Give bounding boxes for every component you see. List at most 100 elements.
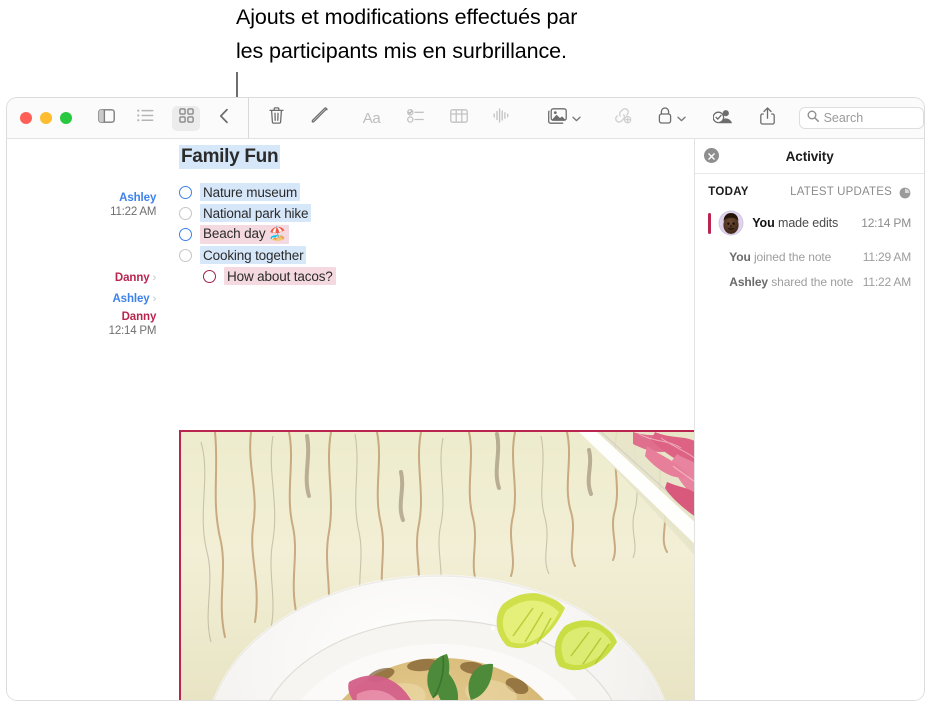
search-field[interactable]: Search [798, 107, 924, 129]
collaborate-button[interactable] [712, 108, 733, 129]
checkbox-circle-icon[interactable] [203, 269, 216, 283]
unread-marker [708, 212, 712, 234]
checklist-button[interactable] [405, 106, 427, 131]
activity-entry-actor: You [729, 250, 751, 264]
audio-waveform-icon [493, 108, 510, 128]
close-window-button[interactable] [20, 112, 32, 124]
back-button[interactable] [214, 106, 234, 131]
checklist-item-label: National park hike [200, 204, 312, 222]
trash-icon [269, 107, 284, 129]
checklist-icon [407, 108, 424, 128]
share-button[interactable] [759, 106, 775, 130]
lock-button[interactable] [658, 107, 686, 129]
checklist-item[interactable]: National park hike [179, 203, 694, 223]
list-view-button[interactable] [133, 106, 158, 131]
table-button[interactable] [448, 106, 470, 131]
format-aa-icon: Aa [362, 109, 381, 127]
compose-note-button[interactable] [309, 106, 331, 131]
note-photo-attachment[interactable] [179, 430, 695, 700]
checklist-item[interactable]: Nature museum [179, 182, 694, 202]
activity-entry[interactable]: Ashley shared the note 11:22 AM [695, 275, 924, 289]
media-icon [547, 107, 567, 129]
activity-section-label: TODAY [708, 186, 749, 198]
gutter-entry-ashley-cooking[interactable]: Ashley › [7, 291, 156, 307]
gutter-name: Danny [121, 311, 157, 323]
note-content: Family Fun Nature museum National park h… [179, 139, 694, 287]
table-icon [449, 108, 468, 128]
link-button[interactable] [613, 107, 632, 129]
checklist-item[interactable]: Cooking together [179, 245, 694, 265]
checklist: Nature museum National park hike Beach d… [179, 182, 694, 286]
activity-header: Activity [695, 139, 924, 174]
checklist-item-label: Beach day 🏖️ [200, 224, 289, 244]
activity-entry-time: 11:22 AM [862, 275, 911, 289]
activity-entry-text: You joined the note [729, 250, 831, 264]
activity-entry-time: 12:14 PM [861, 216, 911, 230]
gallery-view-button[interactable] [172, 105, 200, 131]
checkbox-circle-icon[interactable] [179, 185, 192, 199]
search-input-placeholder[interactable]: Search [824, 111, 864, 125]
close-activity-button[interactable] [704, 147, 720, 165]
checkbox-circle-icon[interactable] [179, 206, 192, 220]
list-view-icon [137, 109, 154, 127]
gutter-name: Ashley [119, 192, 157, 204]
note-pane: Ashley 11:22 AM Danny › Ashley › Danny 12:… [7, 139, 695, 700]
checkbox-circle-icon[interactable] [179, 248, 192, 262]
activity-entry-action: made edits [774, 216, 839, 230]
gutter-entry-ashley-top[interactable]: Ashley 11:22 AM [7, 192, 156, 219]
gutter-time: 11:22 AM [110, 205, 157, 218]
close-icon [708, 147, 716, 165]
activity-title: Activity [785, 148, 834, 164]
taco-photo [181, 432, 695, 700]
clock-icon[interactable] [899, 186, 911, 199]
checkbox-circle-icon[interactable] [179, 227, 192, 241]
activity-entry-time: 11:29 AM [862, 250, 911, 264]
callout-caption-line2: les participants mis en surbrillance. [236, 39, 567, 63]
gutter-time: 12:14 PM [108, 324, 157, 337]
checklist-item[interactable]: How about tacos? [179, 266, 694, 286]
format-button[interactable]: Aa [360, 106, 384, 131]
minimize-window-button[interactable] [40, 112, 52, 124]
activity-entry-actor: Ashley [729, 275, 769, 289]
checklist-item-label: Cooking together [200, 246, 307, 264]
activity-sort-label[interactable]: LATEST UPDATES [790, 186, 892, 198]
activity-subheader: TODAY LATEST UPDATES [695, 174, 924, 199]
activity-entry-text: Ashley shared the note [729, 275, 853, 289]
media-button[interactable] [547, 107, 581, 129]
callout-caption-line1: Ajouts et modifications effectués par [236, 5, 578, 29]
audio-button[interactable] [491, 106, 513, 131]
sidebar-toggle-icon [98, 108, 115, 128]
activity-entry-action: shared the note [768, 275, 854, 289]
activity-entry-primary[interactable]: You made edits 12:14 PM [695, 198, 924, 234]
gutter-entry-danny-tacos[interactable]: Danny 12:14 PM [7, 311, 157, 338]
activity-entry-actor: You [752, 216, 775, 230]
gutter-entry-danny-beach[interactable]: Danny › [7, 270, 156, 286]
notes-window: Aa Search Ashley 11:22 AM Danny › Ashley… [6, 97, 925, 701]
avatar [720, 212, 743, 234]
sidebar-toggle-button[interactable] [94, 106, 119, 131]
delete-note-button[interactable] [266, 106, 288, 131]
back-chevron-icon [219, 108, 229, 129]
media-chevron-down-icon [571, 109, 581, 127]
link-icon [613, 107, 632, 129]
window-controls [20, 112, 72, 124]
search-icon [807, 109, 819, 127]
share-icon [759, 106, 775, 130]
note-title[interactable]: Family Fun [179, 145, 281, 169]
gutter-name: Ashley [112, 293, 150, 305]
checklist-item-label: Nature museum [200, 183, 301, 201]
chevron-right-icon[interactable]: › [153, 293, 157, 305]
collaborate-icon [712, 108, 733, 129]
activity-entry-action: joined the note [750, 250, 832, 264]
lock-chevron-down-icon [676, 109, 686, 127]
toolbar: Aa Search [7, 98, 924, 139]
activity-entry-text: You made edits [752, 216, 838, 230]
toolbar-divider [248, 98, 249, 139]
activity-entry[interactable]: You joined the note 11:29 AM [695, 250, 924, 264]
checklist-item[interactable]: Beach day 🏖️ [179, 224, 694, 244]
zoom-window-button[interactable] [60, 112, 72, 124]
chevron-right-icon[interactable]: › [153, 272, 157, 284]
callout-caption: Ajouts et modifications effectués par le… [236, 0, 756, 68]
activity-pane: Activity TODAY LATEST UPDATES You made e… [694, 139, 924, 700]
gutter-name: Danny [114, 272, 150, 284]
